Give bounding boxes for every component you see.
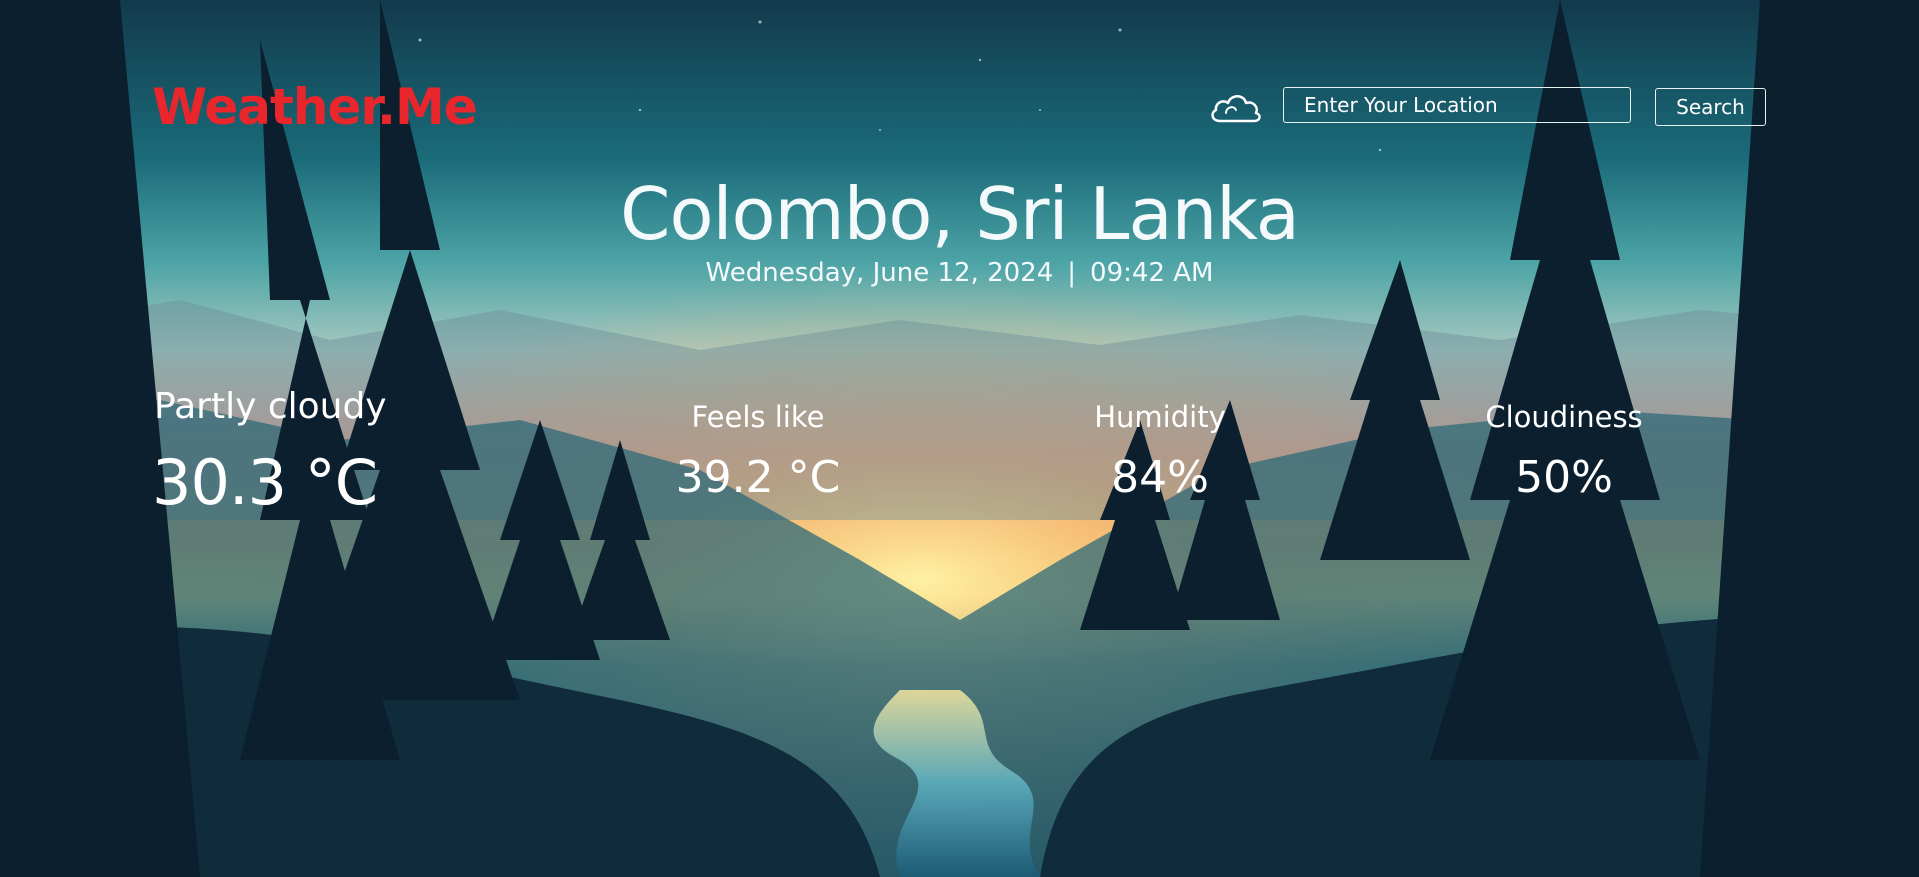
weather-page: Weather.Me Search Colombo, Sri Lanka Wed…	[0, 0, 1919, 877]
date-time-line: Wednesday, June 12, 2024 | 09:42 AM	[0, 258, 1919, 288]
date-time-separator: |	[1067, 258, 1077, 288]
current-temperature: 30.3 °C	[152, 446, 378, 519]
app-logo[interactable]: Weather.Me	[152, 78, 478, 136]
humidity-value: 84%	[1111, 452, 1209, 503]
feels-like-value: 39.2 °C	[675, 452, 841, 503]
location-title: Colombo, Sri Lanka	[620, 172, 1300, 256]
current-date: Wednesday, June 12, 2024	[705, 258, 1054, 288]
cloudiness-label: Cloudiness	[1485, 400, 1643, 434]
feels-like-stat: Feels like 39.2 °C	[628, 400, 888, 503]
feels-like-label: Feels like	[691, 400, 825, 434]
cloudiness-value: 50%	[1515, 452, 1613, 503]
humidity-label: Humidity	[1094, 400, 1226, 434]
search-button[interactable]: Search	[1655, 88, 1766, 126]
humidity-stat: Humidity 84%	[1030, 400, 1290, 503]
current-time: 09:42 AM	[1090, 258, 1214, 288]
weather-condition: Partly cloudy	[154, 386, 387, 427]
cloudiness-stat: Cloudiness 50%	[1434, 400, 1694, 503]
cloud-icon	[1211, 95, 1261, 123]
location-search-input[interactable]	[1283, 87, 1631, 123]
